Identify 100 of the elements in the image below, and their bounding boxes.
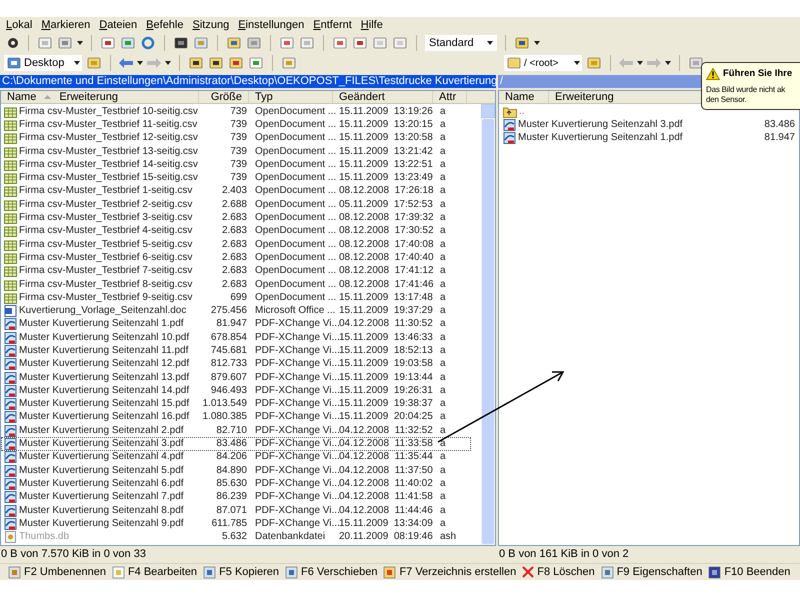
file-date: 15.11.2009 13:46:33 [339, 332, 433, 343]
file-row[interactable]: Muster Kuvertierung Seitenzahl 14.pdf 946.493 PDF-XChange Vi...15.11.2009 19:26:31 a [1, 384, 471, 398]
file-row[interactable]: Thumbs.db 5.632 Datenbankdatei 20.11.2009 08:19:46 ash [1, 530, 471, 544]
file-size: 739 [230, 132, 247, 144]
function-key-button[interactable]: F5 Kopieren [203, 564, 279, 580]
column-header[interactable]: Name [499, 91, 549, 103]
file-row[interactable]: Kuvertierung_Vorlage_Seitenzahl.doc 275.456 Microsoft Office ... 15.11.2009 19:37:29 a [1, 304, 471, 318]
file-row[interactable]: Firma csv-Muster_Testbrief 11-seitig.csv 739 OpenDocument ... 15.11.2009 13:20:15 a [1, 118, 471, 132]
file-name: Muster Kuvertierung Seitenzahl 9.pdf [19, 518, 184, 530]
file-row[interactable]: Muster Kuvertierung Seitenzahl 2.pdf 82.710 PDF-XChange Vi...04.12.2008 11:32:52 a [1, 424, 471, 438]
function-key-button[interactable]: F7 Verzeichnis erstellen [383, 564, 516, 580]
file-name: Muster Kuvertierung Seitenzahl 11.pdf [19, 345, 188, 357]
column-header[interactable]: Größe [199, 91, 249, 103]
file-row[interactable]: Muster Kuvertierung Seitenzahl 12.pdf 812.733 PDF-XChange Vi...15.11.2009 19:03:58 a [1, 358, 471, 371]
scrollbar[interactable] [481, 104, 495, 545]
file-date: 15.11.2009 19:37:29 [339, 305, 433, 316]
file-attr: a [440, 424, 446, 436]
file-name: Firma csv-Muster_Testbrief 15-seitig.csv [19, 172, 198, 184]
profile-select[interactable]: Standard [425, 35, 497, 51]
delete-icon [522, 566, 534, 578]
file-row[interactable]: Firma csv-Muster_Testbrief 6-seitig.csv 2.683 OpenDocument ... 08.12.2008 17:40:40 a [1, 251, 471, 265]
file-name: Firma csv-Muster_Testbrief 1-seitig.csv [19, 185, 192, 198]
caret-icon[interactable] [534, 41, 540, 45]
menu-item[interactable]: Sitzung [192, 16, 230, 34]
menu-item[interactable]: Befehle [146, 16, 184, 34]
function-key-button[interactable]: F8 Löschen [522, 564, 595, 580]
menu-item[interactable]: Dateien [99, 16, 138, 34]
file-row[interactable]: Muster Kuvertierung Seitenzahl 9.pdf 611.785 PDF-XChange Vi...15.11.2009 13:34:09 a [1, 517, 471, 530]
file-row[interactable]: Muster Kuvertierung Seitenzahl 16.pdf 1.080.385 PDF-XChange Vi...15.11.2009 20:04:25 a [1, 410, 471, 424]
file-row[interactable]: Firma csv-Muster_Testbrief 8-seitig.csv 2.683 OpenDocument ... 08.12.2008 17:41:46 a [1, 278, 471, 292]
location-select[interactable]: / <root> [504, 55, 582, 71]
file-name: Firma csv-Muster_Testbrief 11-seitig.csv [19, 118, 198, 131]
column-header[interactable]: Geändert [333, 91, 433, 103]
warning-icon [706, 68, 720, 80]
file-row[interactable]: Muster Kuvertierung Seitenzahl 7.pdf 86.239 PDF-XChange Vi...04.12.2008 11:41:58 a [1, 490, 471, 504]
file-row[interactable]: Firma csv-Muster_Testbrief 2-seitig.csv 2.688 OpenDocument ... 05.11.2009 17:52:53 a [1, 198, 471, 212]
file-row[interactable]: Muster Kuvertierung Seitenzahl 5.pdf 84.890 PDF-XChange Vi...04.12.2008 11:37:50 a [1, 464, 471, 478]
file-row[interactable]: Muster Kuvertierung Seitenzahl 11.pdf 745.681 PDF-XChange Vi...15.11.2009 18:52:13 a [1, 344, 471, 358]
file-row[interactable]: Firma csv-Muster_Testbrief 10-seitig.csv 739 OpenDocument ... 15.11.2009 13:19:26 a [1, 105, 471, 118]
file-attr: a [440, 345, 446, 356]
file-row[interactable]: Muster Kuvertierung Seitenzahl 4.pdf 84.206 PDF-XChange Vi...04.12.2008 11:35:44 a [1, 450, 471, 464]
file-size: 2.403 [222, 185, 247, 198]
caret-icon[interactable] [637, 61, 643, 65]
caret-icon[interactable] [487, 41, 493, 45]
file-date: 15.11.2009 19:03:58 [339, 358, 433, 370]
menu-item[interactable]: Hilfe [360, 16, 383, 34]
file-name: Firma csv-Muster_Testbrief 9-seitig.csv [19, 292, 192, 304]
file-row[interactable]: Firma csv-Muster_Testbrief 14-seitig.csv 739 OpenDocument ... 15.11.2009 13:22:51 a [1, 158, 471, 172]
database-file-icon [4, 531, 17, 544]
function-key-button[interactable]: F2 Umbenennen [8, 564, 106, 580]
menu-item[interactable]: Lokal [6, 16, 32, 34]
column-header[interactable]: Typ [249, 91, 333, 103]
file-type: PDF-XChange Vi... [255, 411, 340, 422]
file-row[interactable]: Muster Kuvertierung Seitenzahl 6.pdf 85.630 PDF-XChange Vi...04.12.2008 11:40:02 a [1, 477, 471, 491]
caret-icon[interactable] [77, 41, 83, 45]
file-row[interactable]: Muster Kuvertierung Seitenzahl 3.pdf 83.486 PDF-XChange Vi...04.12.2008 11:33:58 a [1, 437, 471, 451]
file-row[interactable]: Firma csv-Muster_Testbrief 4-seitig.csv 2.683 OpenDocument ... 08.12.2008 17:30:52 a [1, 224, 471, 238]
location-select[interactable]: Desktop [4, 55, 82, 71]
file-row[interactable]: Muster Kuvertierung Seitenzahl 15.pdf 1.013.549 PDF-XChange Vi...15.11.2009 19:38:37 a [1, 398, 471, 411]
caret-icon[interactable] [574, 61, 580, 65]
column-header[interactable]: Name Erweiterung [1, 91, 199, 103]
file-row[interactable]: Muster Kuvertierung Seitenzahl 8.pdf 87.071 PDF-XChange Vi...04.12.2008 11:44:46 a [1, 504, 471, 518]
file-name[interactable]: Muster Kuvertierung Seitenzahl 3.pdf [518, 118, 683, 131]
column-header[interactable]: Attr [433, 91, 467, 103]
file-name: Muster Kuvertierung Seitenzahl 3.pdf [19, 438, 184, 450]
file-name[interactable]: Muster Kuvertierung Seitenzahl 1.pdf [518, 132, 683, 144]
file-row[interactable]: Firma csv-Muster_Testbrief 1-seitig.csv 2.403 OpenDocument ... 08.12.2008 17:26:18 a [1, 184, 471, 198]
file-row[interactable]: Firma csv-Muster_Testbrief 15-seitig.csv 739 OpenDocument ... 15.11.2009 13:23:49 a [1, 171, 471, 185]
file-size: 2.683 [222, 225, 247, 238]
file-row[interactable]: Muster Kuvertierung Seitenzahl 1.pdf 81.947 PDF-XChange Vi...04.12.2008 11:30:52 a [1, 318, 471, 332]
menu-item[interactable]: Markieren [41, 16, 90, 34]
file-row[interactable]: Firma csv-Muster_Testbrief 5-seitig.csv 2.683 OpenDocument ... 08.12.2008 17:40:08 a [1, 238, 471, 252]
file-row[interactable]: Firma csv-Muster_Testbrief 13-seitig.csv 739 OpenDocument ... 15.11.2009 13:21:42 a [1, 144, 471, 158]
file-date: 15.11.2009 13:17:48 [339, 292, 433, 303]
file-size: 86.239 [216, 491, 247, 504]
file-name: Firma csv-Muster_Testbrief 7-seitig.csv [19, 265, 192, 278]
file-row[interactable]: Muster Kuvertierung Seitenzahl 10.pdf 678.854 PDF-XChange Vi...15.11.2009 13:46:33 a [1, 331, 471, 344]
caret-icon[interactable] [665, 61, 671, 65]
file-date: 04.12.2008 11:30:52 [339, 318, 433, 330]
file-name: Firma csv-Muster_Testbrief 8-seitig.csv [19, 278, 192, 291]
function-key-button[interactable]: F10 Beenden [708, 564, 790, 580]
menu-item[interactable]: Einstellungen [238, 16, 304, 34]
file-type: PDF-XChange Vi... [255, 504, 340, 516]
caret-icon[interactable] [137, 61, 143, 65]
function-key-button[interactable]: F6 Verschieben [285, 564, 378, 580]
file-row[interactable]: Firma csv-Muster_Testbrief 12-seitig.csv 739 OpenDocument ... 15.11.2009 13:20:58 a [1, 132, 471, 145]
file-row[interactable]: Firma csv-Muster_Testbrief 9-seitig.csv 699 OpenDocument ... 15.11.2009 13:17:48 a [1, 291, 471, 304]
spreadsheet-file-icon [4, 106, 17, 118]
function-key-button[interactable]: F9 Eigenschaften [600, 564, 702, 580]
spreadsheet-file-icon [4, 185, 17, 198]
file-attr: a [440, 265, 446, 276]
file-row[interactable]: Firma csv-Muster_Testbrief 7-seitig.csv 2.683 OpenDocument ... 08.12.2008 17:41:12 a [1, 264, 471, 278]
file-row[interactable]: Firma csv-Muster_Testbrief 3-seitig.csv 2.683 OpenDocument ... 08.12.2008 17:39:32 a [1, 211, 471, 225]
menu-item[interactable]: Entfernt [313, 16, 352, 34]
file-row[interactable]: Muster Kuvertierung Seitenzahl 13.pdf 879.607 PDF-XChange Vi...15.11.2009 19:13:44 a [1, 370, 471, 384]
file-name[interactable]: .. [519, 106, 525, 118]
file-attr: a [440, 504, 446, 516]
caret-icon[interactable] [74, 61, 80, 65]
function-key-button[interactable]: F4 Bearbeiten [112, 564, 198, 580]
caret-icon[interactable] [165, 61, 171, 65]
